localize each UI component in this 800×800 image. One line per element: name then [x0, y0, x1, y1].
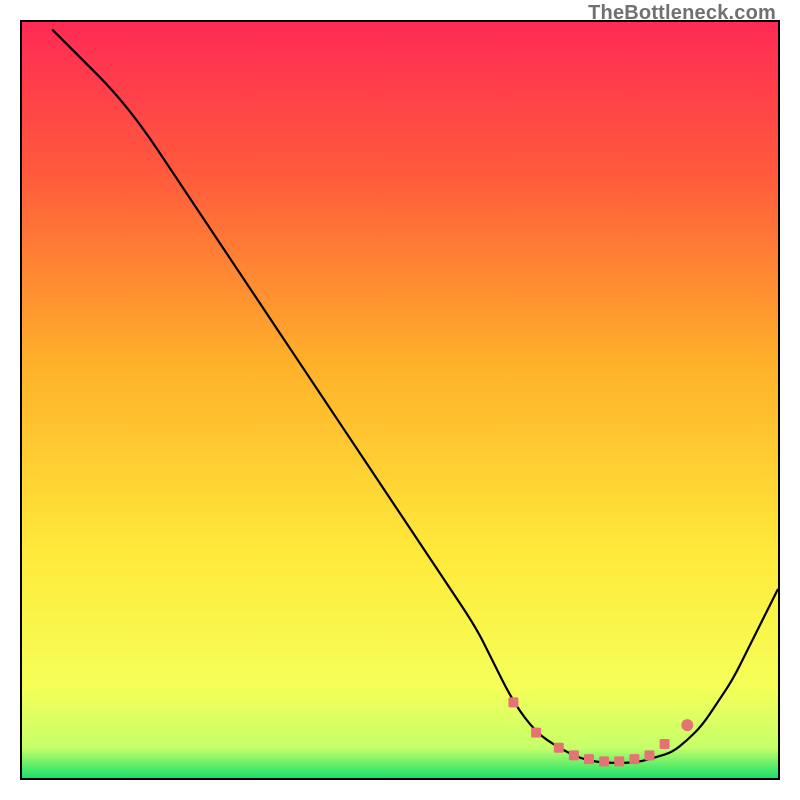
marker-square: [554, 743, 564, 753]
marker-square: [629, 754, 639, 764]
curve-layer: [22, 22, 778, 778]
marker-square: [599, 756, 609, 766]
plot-area: [20, 20, 780, 780]
marker-circle: [681, 719, 693, 731]
watermark-label: TheBottleneck.com: [588, 2, 776, 25]
marker-square: [508, 697, 518, 707]
marker-square: [584, 754, 594, 764]
marker-square: [614, 756, 624, 766]
marker-square: [660, 739, 670, 749]
valley-markers: [508, 697, 693, 766]
bottleneck-curve: [52, 30, 778, 763]
marker-square: [531, 728, 541, 738]
marker-square: [644, 750, 654, 760]
chart-container: TheBottleneck.com: [0, 0, 800, 800]
marker-square: [569, 750, 579, 760]
